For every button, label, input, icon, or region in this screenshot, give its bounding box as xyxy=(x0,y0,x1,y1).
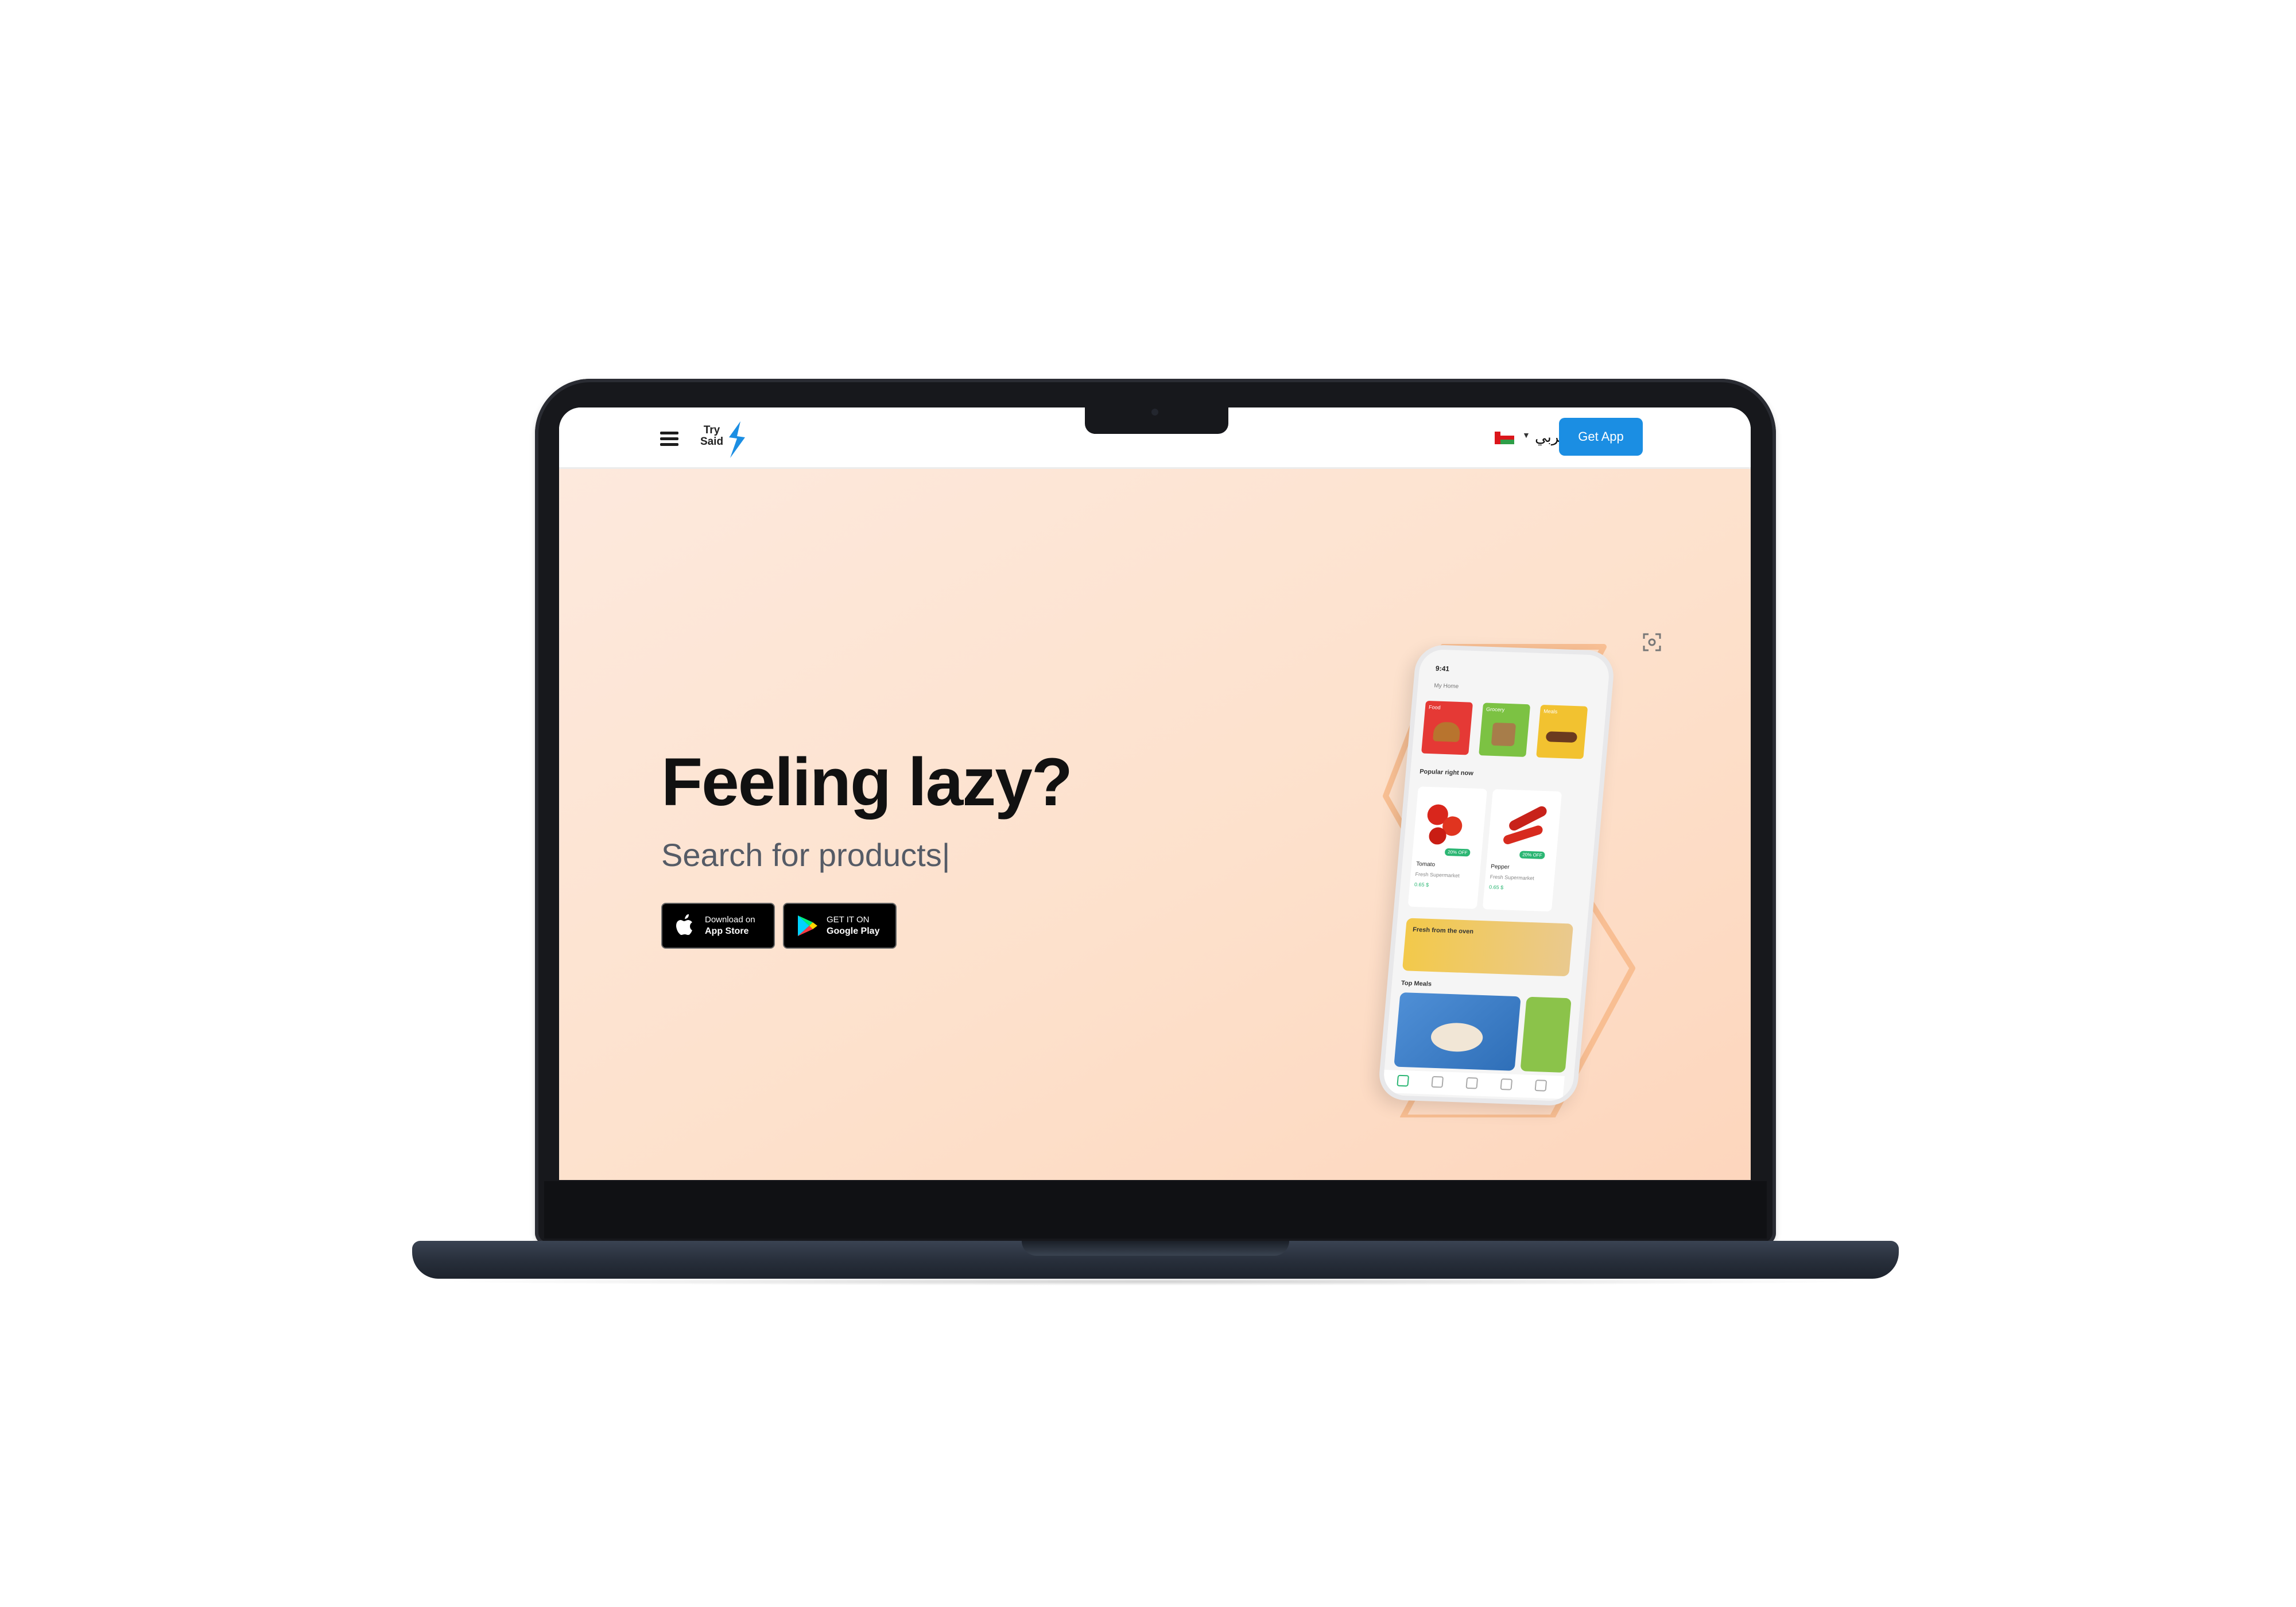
phone-product-shop: Fresh Supermarket xyxy=(1490,874,1535,882)
logo-text: Try Said xyxy=(697,425,727,448)
logo-bolt-icon xyxy=(729,421,745,458)
phone-category-label: Food xyxy=(1428,704,1441,711)
app-store-line-2: App Store xyxy=(705,926,749,936)
oman-flag-icon xyxy=(1495,432,1514,444)
google-play-line-2: Google Play xyxy=(827,926,880,936)
site-logo[interactable]: Try Said xyxy=(697,420,754,460)
phone-profile-tab-icon xyxy=(1534,1080,1548,1092)
phone-cart-tab-icon xyxy=(1465,1077,1479,1089)
google-play-line-1: GET IT ON xyxy=(827,915,870,925)
phone-time: 9:41 xyxy=(1435,664,1450,673)
laptop-screen: Try Said ▼ عربي Get App Feeling lazy? Se… xyxy=(559,407,1751,1180)
hero-section: Feeling lazy? Search for products| Downl… xyxy=(559,469,1751,1180)
phone-category-label: Grocery xyxy=(1486,706,1505,713)
logo-line-2: Said xyxy=(700,436,724,448)
google-play-button[interactable]: GET IT ON Google Play xyxy=(783,903,897,949)
phone-category-meals: Meals xyxy=(1536,704,1588,759)
apple-icon xyxy=(676,914,692,935)
phone-product-name: Tomato xyxy=(1415,861,1436,868)
phone-home-tab-icon xyxy=(1397,1074,1410,1087)
phone-product-card: 20% OFF Tomato Fresh Supermarket 0.65 $ xyxy=(1407,786,1488,909)
app-store-line-1: Download on xyxy=(705,915,755,925)
phone-location: My Home xyxy=(1433,682,1459,690)
hamburger-menu-icon[interactable] xyxy=(660,432,678,447)
phone-meal-card xyxy=(1394,992,1521,1071)
phone-tab-bar xyxy=(1382,1069,1565,1099)
app-preview: 9:41 My Home Food Grocery Meals Popular … xyxy=(1334,624,1655,1117)
phone-popular-heading: Popular right now xyxy=(1419,768,1474,777)
phone-top-meals-heading: Top Meals xyxy=(1401,980,1432,988)
phone-product-name: Pepper xyxy=(1490,863,1510,871)
phone-search-tab-icon xyxy=(1431,1076,1444,1088)
phone-category-grocery: Grocery xyxy=(1479,702,1531,757)
phone-promo-banner: Fresh from the oven xyxy=(1402,918,1574,977)
app-store-button[interactable]: Download on App Store xyxy=(661,903,775,949)
screen-notch xyxy=(1085,404,1228,434)
phone-product-price: 0.65 $ xyxy=(1488,884,1504,891)
phone-discount-badge: 20% OFF xyxy=(1519,851,1546,859)
hero-search-subline: Search for products| xyxy=(661,837,951,873)
laptop-shadow xyxy=(436,1278,1871,1286)
laptop-hinge xyxy=(1022,1241,1289,1256)
hero-headline: Feeling lazy? xyxy=(661,744,1073,820)
laptop-chin xyxy=(544,1181,1767,1239)
phone-category-label: Meals xyxy=(1543,708,1558,715)
phone-notifications-tab-icon xyxy=(1500,1078,1513,1090)
phone-category-food: Food xyxy=(1421,700,1473,755)
google-play-label: GET IT ON Google Play xyxy=(827,914,879,937)
phone-product-shop: Fresh Supermarket xyxy=(1415,871,1460,879)
phone-mockup: 9:41 My Home Food Grocery Meals Popular … xyxy=(1377,644,1616,1107)
app-store-label: Download on App Store xyxy=(705,914,755,937)
get-app-button[interactable]: Get App xyxy=(1559,418,1643,456)
phone-product-card: 20% OFF Pepper Fresh Supermarket 0.65 $ xyxy=(1482,789,1562,912)
phone-meal-card xyxy=(1520,996,1572,1073)
camera-icon xyxy=(1151,409,1158,416)
chevron-down-icon: ▼ xyxy=(1522,430,1530,440)
phone-discount-badge: 20% OFF xyxy=(1444,848,1471,857)
logo-line-1: Try xyxy=(703,424,720,436)
phone-banner-text: Fresh from the oven xyxy=(1412,926,1474,936)
phone-product-price: 0.65 $ xyxy=(1414,882,1429,888)
google-play-icon xyxy=(798,915,817,936)
